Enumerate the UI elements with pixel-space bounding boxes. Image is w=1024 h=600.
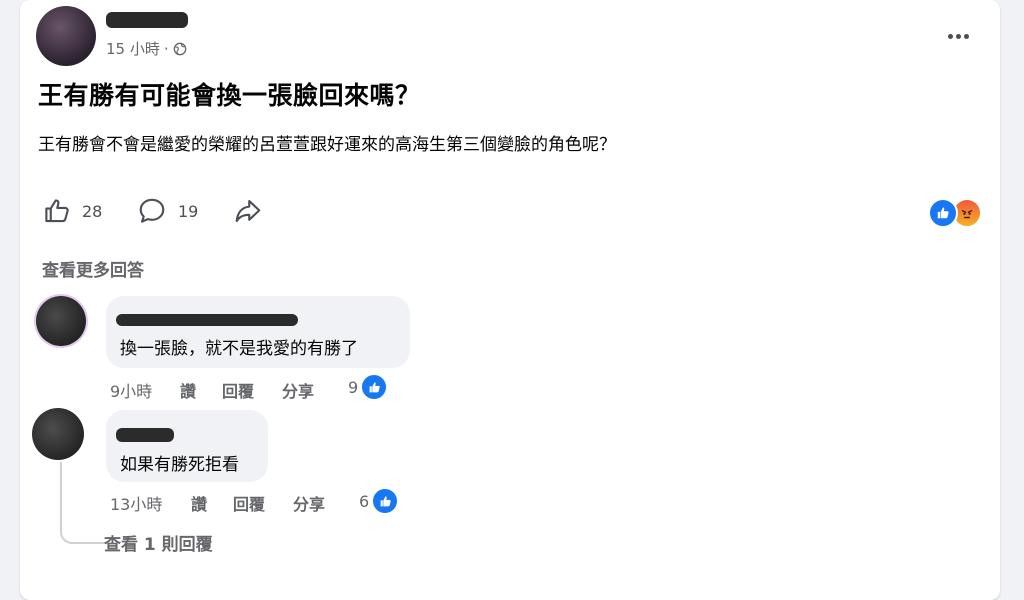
- comment-like-count: 6: [359, 491, 370, 511]
- comment-text: 換一張臉，就不是我愛的有勝了: [120, 339, 358, 359]
- comment-button[interactable]: 19: [136, 196, 198, 226]
- more-dots-icon: [947, 33, 953, 39]
- redacted-commenter-name[interactable]: [116, 428, 174, 442]
- comment-text: 如果有勝死拒看: [120, 455, 239, 475]
- view-replies-link[interactable]: 查看 1 則回覆: [104, 530, 213, 555]
- comment-reply-button[interactable]: 回覆: [233, 491, 265, 515]
- commenter-avatar[interactable]: [36, 296, 86, 346]
- share-arrow-icon: [235, 199, 261, 223]
- thumbs-up-icon: [45, 199, 69, 223]
- like-reaction-icon: [928, 198, 958, 228]
- comment-like-button[interactable]: 讚: [180, 378, 196, 402]
- reply-thread-line: [60, 462, 106, 544]
- like-badge-icon: [360, 373, 389, 401]
- comment-time[interactable]: 13小時: [110, 491, 162, 515]
- like-button[interactable]: 28: [42, 196, 102, 226]
- like-count: 28: [82, 201, 103, 221]
- view-more-comments[interactable]: 查看更多回答: [42, 256, 144, 281]
- post-meta: 15 小時 ·: [106, 38, 187, 59]
- comment-reaction-count[interactable]: 9: [348, 373, 389, 401]
- comment-share-button[interactable]: 分享: [293, 491, 325, 515]
- more-dot: [955, 33, 961, 39]
- redacted-commenter-name[interactable]: [116, 314, 298, 326]
- comment-like-count: 9: [348, 377, 359, 397]
- comment-reply-button[interactable]: 回覆: [222, 378, 254, 402]
- commenter-avatar[interactable]: [32, 408, 84, 460]
- post-card: 15 小時 · 王有勝有可能會換一張臉回來嗎？ 王有勝會不會是繼愛的榮耀的呂萱萱…: [20, 0, 1000, 600]
- post-title: 王有勝有可能會換一張臉回來嗎？: [38, 81, 421, 110]
- post-time[interactable]: 15 小時: [106, 38, 160, 59]
- globe-icon: [173, 42, 186, 55]
- comment-bubble: 換一張臉，就不是我愛的有勝了: [106, 296, 410, 368]
- comment-count: 19: [178, 201, 199, 221]
- comment-reaction-count[interactable]: 6: [359, 487, 400, 515]
- author-avatar[interactable]: [36, 6, 96, 66]
- more-dot: [963, 33, 969, 39]
- comment-bubble-icon: [139, 198, 165, 223]
- meta-separator: ·: [163, 39, 169, 58]
- share-button[interactable]: [232, 196, 264, 226]
- comment-time[interactable]: 9小時: [110, 378, 152, 402]
- redacted-author-name[interactable]: [106, 12, 188, 28]
- reaction-summary[interactable]: [928, 198, 982, 228]
- comment-bubble: 如果有勝死拒看: [106, 410, 268, 482]
- post-body: 王有勝會不會是繼愛的榮耀的呂萱萱跟好運來的高海生第三個變臉的角色呢？: [38, 135, 616, 155]
- comment-like-button[interactable]: 讚: [191, 491, 207, 515]
- comment-share-button[interactable]: 分享: [282, 378, 314, 402]
- more-options-button[interactable]: [940, 26, 976, 46]
- like-badge-icon: [371, 487, 400, 515]
